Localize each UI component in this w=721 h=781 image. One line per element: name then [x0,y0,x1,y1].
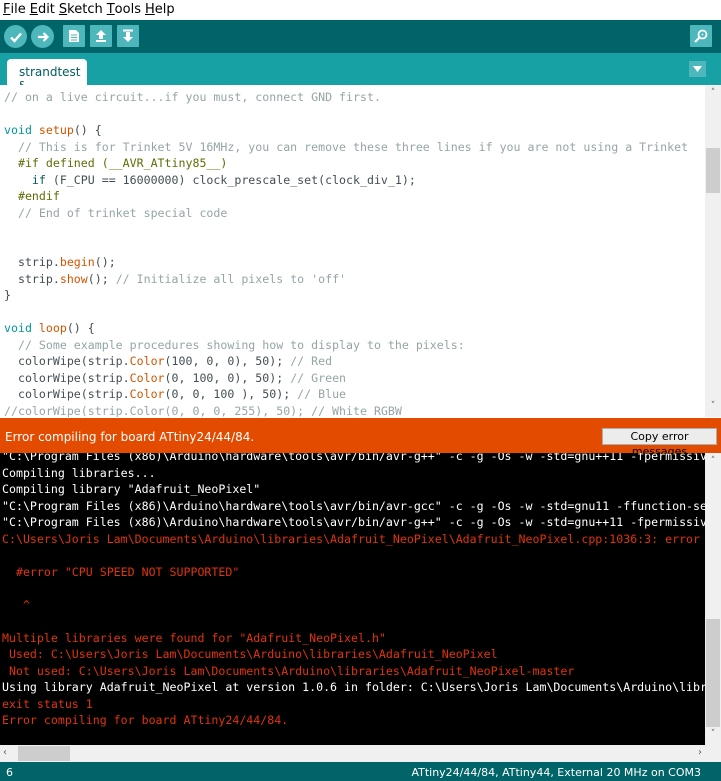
menu-bar: File Edit Sketch Tools Help [0,0,721,20]
code-editor[interactable]: // on a live circuit...if you must, conn… [0,85,721,417]
code-line[interactable]: #if defined (__AVR_ATtiny85__) [4,155,688,172]
console-line: Used: C:\Users\Joris Lam\Documents\Ardui… [2,647,498,661]
code-line[interactable]: strip.show(); // Initialize all pixels t… [4,271,688,288]
console-text: "C:\Program Files (x86)\Arduino\hardware… [2,453,714,729]
tab-menu-button[interactable] [689,61,706,77]
editor-scroll-thumb[interactable] [706,148,720,193]
code-line[interactable]: if (F_CPU == 16000000) clock_prescale_se… [4,172,688,189]
code-line[interactable]: colorWipe(strip.Color(100, 0, 0), 50); /… [4,353,688,370]
code-line[interactable]: strip.begin(); [4,254,688,271]
console-line: Error compiling for board ATtiny24/44/84… [2,713,289,727]
scroll-left-icon[interactable]: ‹ [3,747,7,758]
code-line[interactable]: colorWipe(strip.Color(0, 100, 0), 50); /… [4,370,688,387]
code-line[interactable]: //colorWipe(strip.Color(0, 0, 0, 255), 5… [4,403,688,418]
console-line: "C:\Program Files (x86)\Arduino\hardware… [2,453,714,463]
scroll-right-icon[interactable]: › [698,747,702,758]
board-info: ATtiny24/44/84, ATtiny44, External 20 MH… [411,766,701,779]
code-line[interactable]: #endif [4,188,688,205]
new-icon [69,30,79,42]
code-line[interactable]: void setup() { [4,122,688,139]
code-line[interactable]: // This is for Trinket 5V 16MHz, you can… [4,139,688,156]
verify-button[interactable] [4,25,27,48]
tab-strandtest[interactable]: strandtest § [7,59,87,93]
copy-error-messages-button[interactable]: Copy error messages [602,428,717,458]
code-line[interactable]: // on a live circuit...if you must, conn… [4,89,688,106]
menu-item-sketch[interactable]: Sketch [56,0,103,17]
code-text[interactable]: // on a live circuit...if you must, conn… [4,89,688,417]
upload-button[interactable] [31,25,54,48]
console-line: Compiling library "Adafruit_NeoPixel" [2,482,261,496]
menu-item-tools[interactable]: Tools [104,0,141,17]
console-line: C:\Users\Joris Lam\Documents\Arduino\lib… [2,531,701,546]
code-line[interactable] [4,221,688,238]
code-line[interactable]: } [4,287,688,304]
serial-monitor-button[interactable] [690,25,712,47]
tab-bar: strandtest § [0,53,721,93]
scroll-up-icon[interactable]: ˄ [705,88,721,98]
console-line: Using library Adafruit_NeoPixel at versi… [2,680,707,694]
new-sketch-button[interactable] [63,25,85,47]
console-line: "C:\Program Files (x86)\Arduino\hardware… [2,498,707,513]
menu-item-help[interactable]: Help [142,0,175,17]
line-number: 6 [6,766,13,779]
menu-item-edit[interactable]: Edit [27,0,55,17]
footer-status: 6 ATtiny24/44/84, ATtiny44, External 20 … [0,762,721,781]
serial-monitor-icon [694,29,708,43]
console-line: Not used: C:\Users\Joris Lam\Documents\A… [2,663,575,678]
open-sketch-button[interactable] [90,25,112,47]
console-line: Compiling libraries... [2,465,156,480]
console-vertical-scrollbar[interactable]: ˄ ˅ [705,453,721,745]
open-icon [96,30,106,42]
console-output[interactable]: "C:\Program Files (x86)\Arduino\hardware… [0,453,721,745]
code-line[interactable]: void loop() { [4,320,688,337]
menu-item-file[interactable]: File [0,0,26,17]
console-scroll-thumb[interactable] [706,619,720,727]
console-line: "C:\Program Files (x86)\Arduino\hardware… [2,515,707,529]
chevron-down-icon [693,66,702,72]
console-line: Multiple libraries were found for "Adafr… [2,630,386,645]
scroll-down-icon[interactable]: ˅ [705,401,721,411]
console-line: ^ [2,597,30,612]
scrollbar-corner [705,745,721,762]
verify-icon [9,32,22,43]
console-line: exit status 1 [2,696,93,711]
save-icon [123,29,133,42]
code-line[interactable] [4,304,688,321]
code-line[interactable]: colorWipe(strip.Color(0, 0, 100 ), 50); … [4,386,688,403]
editor-vertical-scrollbar[interactable]: ˄ ˅ [705,85,721,417]
code-line[interactable] [4,238,688,255]
upload-icon [37,31,49,42]
code-line[interactable]: // Some example procedures showing how t… [4,337,688,354]
console-line: #error "CPU SPEED NOT SUPPORTED" [2,564,240,579]
console-scroll-down-icon[interactable]: ˅ [705,729,721,739]
error-message: Error compiling for board ATtiny24/44/84… [5,430,255,444]
toolbar [0,20,721,53]
code-line[interactable]: // End of trinket special code [4,205,688,222]
code-line[interactable] [4,106,688,123]
horizontal-scroll-thumb[interactable] [18,746,70,761]
save-sketch-button[interactable] [117,25,139,47]
console-scroll-up-icon[interactable]: ˄ [705,456,721,466]
error-status-bar: Error compiling for board ATtiny24/44/84… [0,418,721,458]
console-horizontal-scrollbar[interactable]: ‹ › [0,745,705,762]
